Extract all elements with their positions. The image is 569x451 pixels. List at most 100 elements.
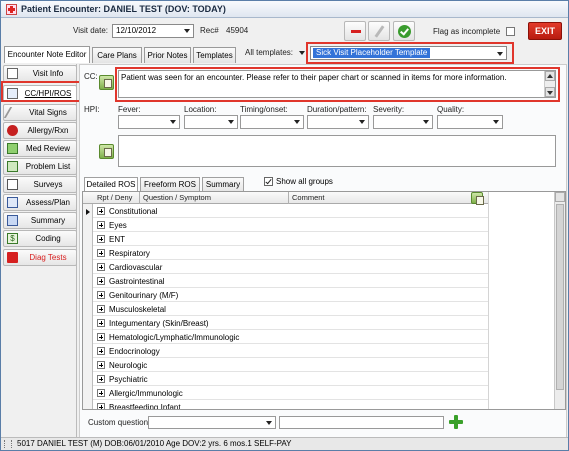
nav-item-allergy[interactable]: Allergy/Rxn (3, 122, 77, 139)
ros-row-label: Genitourinary (M/F) (109, 291, 179, 300)
edit-button[interactable] (368, 21, 390, 41)
expand-plus-icon[interactable] (97, 403, 105, 409)
flag-incomplete-checkbox[interactable] (506, 27, 515, 36)
ros-row[interactable]: Neurologic (93, 359, 488, 372)
expand-plus-icon[interactable] (97, 221, 105, 229)
hpi-duration-select[interactable] (307, 115, 369, 129)
chevron-down-icon[interactable] (357, 117, 367, 127)
chevron-down-icon[interactable] (226, 117, 236, 127)
expand-plus-icon[interactable] (97, 263, 105, 271)
nav-item-diag-tests[interactable]: Diag Tests (3, 249, 77, 266)
flag-incomplete-label: Flag as incomplete (433, 27, 501, 36)
nav-item-coding[interactable]: $ Coding (3, 230, 77, 247)
status-text: 5017 DANIEL TEST (M) DOB:06/01/2010 Age … (17, 439, 292, 448)
problem-list-icon (7, 161, 18, 172)
nav-item-problem-list[interactable]: Problem List (3, 158, 77, 175)
ros-row[interactable]: Musculoskeletal (93, 303, 488, 316)
tab-detailed-ros[interactable]: Detailed ROS (84, 177, 138, 191)
expand-plus-icon[interactable] (97, 375, 105, 383)
chevron-down-icon[interactable] (168, 117, 178, 127)
ros-row[interactable]: Gastrointestinal (93, 275, 488, 288)
scroll-up-icon[interactable] (555, 192, 565, 202)
sign-off-button[interactable] (393, 21, 415, 41)
grid-template-icon[interactable] (471, 192, 484, 205)
ros-row[interactable]: ENT (93, 233, 488, 246)
show-all-groups-checkbox[interactable] (264, 177, 273, 186)
scroll-thumb[interactable] (556, 204, 564, 390)
ros-row-label: Breastfeeding Infant (109, 403, 181, 410)
summary-icon (7, 215, 18, 226)
nav-item-surveys[interactable]: Surveys (3, 176, 77, 193)
nav-item-med-review[interactable]: Med Review (3, 140, 77, 157)
tab-summary[interactable]: Summary (202, 177, 244, 191)
ros-row-label: Constitutional (109, 207, 158, 216)
highlight-box-templates (306, 42, 514, 64)
ros-row-label: Gastrointestinal (109, 277, 165, 286)
ros-row[interactable]: Integumentary (Skin/Breast) (93, 317, 488, 330)
ros-row[interactable]: Psychiatric (93, 373, 488, 386)
expand-plus-icon[interactable] (97, 389, 105, 397)
ros-row[interactable]: Eyes (93, 219, 488, 232)
encounter-header: Visit date: 12/10/2012 Rec# 45904 Flag a… (1, 20, 568, 42)
rec-value: 45904 (226, 26, 249, 35)
expand-plus-icon[interactable] (97, 249, 105, 257)
expand-plus-icon[interactable] (97, 277, 105, 285)
ros-row[interactable]: Genitourinary (M/F) (93, 289, 488, 302)
nav-item-summary[interactable]: Summary (3, 212, 77, 229)
expand-plus-icon[interactable] (97, 291, 105, 299)
hpi-quality-label: Quality: (437, 105, 465, 114)
chevron-down-icon[interactable] (292, 117, 302, 127)
ros-row-label: Psychiatric (109, 375, 148, 384)
expand-plus-icon[interactable] (97, 333, 105, 341)
ros-row[interactable]: Endocrinology (93, 345, 488, 358)
ros-row[interactable]: Cardiovascular (93, 261, 488, 274)
template-picker-icon[interactable] (99, 75, 114, 90)
custom-question-input[interactable] (279, 416, 444, 429)
expand-plus-icon[interactable] (97, 347, 105, 355)
nav-item-assess-plan[interactable]: Assess/Plan (3, 194, 77, 211)
template-picker-icon[interactable] (99, 144, 114, 159)
exit-button[interactable]: EXIT (528, 22, 562, 40)
ros-row-label: Neurologic (109, 361, 148, 370)
expand-plus-icon[interactable] (97, 305, 105, 313)
expand-plus-icon[interactable] (97, 319, 105, 327)
hpi-quality-select[interactable] (437, 115, 503, 129)
title-bar: Patient Encounter: DANIEL TEST (DOV: TOD… (1, 1, 568, 18)
grip-icon (4, 440, 12, 448)
ros-row[interactable]: Respiratory (93, 247, 488, 260)
hpi-fever-select[interactable] (118, 115, 180, 129)
delete-button[interactable] (344, 21, 366, 41)
ros-row-label: Cardiovascular (109, 263, 163, 272)
col-rpt-deny[interactable]: Rpt / Deny (97, 193, 132, 202)
hpi-location-select[interactable] (184, 115, 238, 129)
expand-plus-icon[interactable] (97, 207, 105, 215)
tab-prior-notes[interactable]: Prior Notes (144, 47, 191, 63)
hpi-textarea[interactable] (118, 135, 556, 167)
nav-item-visit-info[interactable]: Visit Info (3, 65, 77, 82)
tab-templates[interactable]: Templates (193, 47, 236, 63)
chevron-down-icon[interactable] (421, 117, 431, 127)
col-comment[interactable]: Comment (292, 193, 325, 202)
ros-row-label: Hematologic/Lymphatic/Immunologic (109, 333, 240, 342)
custom-question-select[interactable] (148, 416, 276, 429)
chevron-down-icon[interactable] (264, 418, 274, 428)
hpi-severity-select[interactable] (373, 115, 433, 129)
ros-row[interactable]: Breastfeeding Infant (93, 401, 488, 410)
tab-care-plans[interactable]: Care Plans (92, 47, 142, 63)
expand-plus-icon[interactable] (97, 235, 105, 243)
col-question-symptom[interactable]: Question / Symptom (143, 193, 211, 202)
expand-plus-icon[interactable] (97, 361, 105, 369)
ros-row[interactable]: Allergic/Immunologic (93, 387, 488, 400)
grid-scrollbar[interactable] (554, 192, 565, 409)
ros-row[interactable]: Hematologic/Lymphatic/Immunologic (93, 331, 488, 344)
chevron-down-icon[interactable] (182, 26, 192, 36)
nav-label: Allergy/Rxn (27, 126, 69, 135)
add-icon[interactable] (449, 415, 463, 429)
tab-encounter-note-editor[interactable]: Encounter Note Editor (4, 46, 90, 63)
ros-row[interactable]: Constitutional (93, 205, 488, 218)
hpi-timing-select[interactable] (240, 115, 304, 129)
chevron-down-icon[interactable] (491, 117, 501, 127)
tab-freeform-ros[interactable]: Freeform ROS (140, 177, 200, 191)
visit-date-picker[interactable]: 12/10/2012 (112, 24, 194, 38)
nav-item-vital-signs[interactable]: Vital Signs (3, 104, 77, 121)
